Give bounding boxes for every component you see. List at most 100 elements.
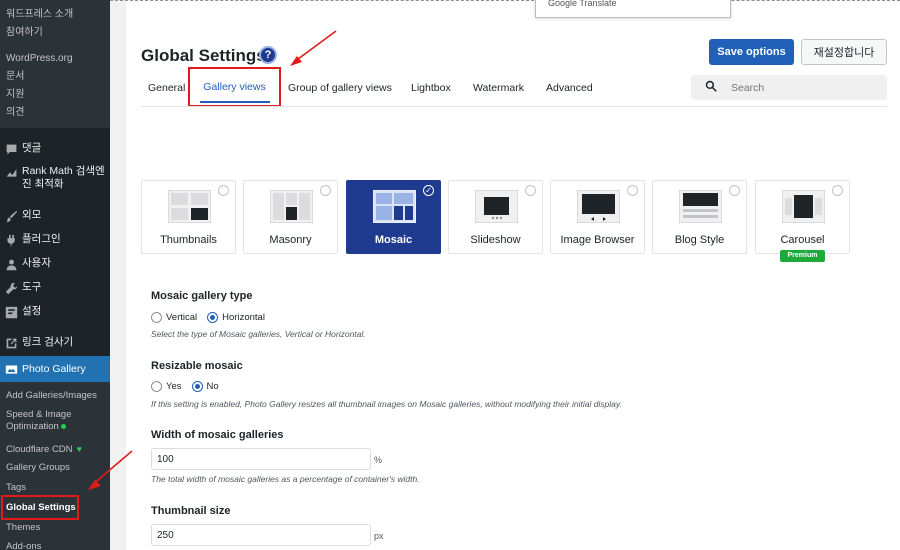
- view-card-slideshow[interactable]: Slideshow: [448, 180, 543, 254]
- search-input[interactable]: [731, 81, 871, 94]
- flyout-get-involved[interactable]: 참여하기: [0, 24, 110, 42]
- reset-button[interactable]: 재설정합니다: [801, 39, 887, 65]
- option-vertical[interactable]: Vertical: [151, 312, 197, 323]
- view-label: Thumbnails: [160, 234, 217, 246]
- width-input[interactable]: 100: [151, 448, 371, 470]
- wp-about-flyout: 워드프레스 소개 참여하기 WordPress.org 문서 지원 의견: [0, 0, 110, 128]
- sidebar-item-label: 설정: [22, 305, 42, 317]
- thumb-size-unit: px: [374, 531, 384, 541]
- tab-advanced[interactable]: Advanced: [546, 82, 593, 94]
- mosaic-type-options: Vertical Horizontal: [151, 312, 275, 323]
- save-options-button[interactable]: Save options: [709, 39, 794, 65]
- mosaic-type-title: Mosaic gallery type: [151, 290, 253, 302]
- sidebar-item-tools[interactable]: 도구: [0, 281, 110, 295]
- thumb-size-input[interactable]: 250: [151, 524, 371, 546]
- sidebar-item-appearance[interactable]: 외모: [0, 209, 110, 223]
- wrench-icon: [0, 281, 22, 295]
- submenu-cloudflare-cdn[interactable]: Cloudflare CDN ♥: [6, 443, 108, 456]
- selected-check-icon[interactable]: ✓: [423, 185, 434, 196]
- flyout-about[interactable]: 워드프레스 소개: [0, 6, 110, 24]
- submenu-add-galleries[interactable]: Add Galleries/Images: [6, 390, 108, 402]
- tab-group-gallery-views[interactable]: Group of gallery views: [288, 82, 392, 94]
- flyout-support[interactable]: 지원: [0, 86, 110, 104]
- photo-gallery-submenu: Add Galleries/Images Speed & Image Optim…: [0, 382, 110, 550]
- rank-math-icon: [0, 165, 22, 179]
- blog-style-icon: [679, 190, 722, 223]
- submenu-label: Cloudflare CDN: [6, 444, 73, 455]
- search-icon: [705, 80, 717, 95]
- active-tab-indicator: [200, 101, 270, 103]
- width-title: Width of mosaic galleries: [151, 429, 284, 441]
- comment-icon: [0, 142, 22, 156]
- top-dashed-line: [110, 0, 900, 1]
- view-card-masonry[interactable]: Masonry: [243, 180, 338, 254]
- resizable-options: Yes No: [151, 381, 229, 392]
- view-radio[interactable]: [832, 185, 843, 196]
- submenu-gallery-groups[interactable]: Gallery Groups: [6, 462, 108, 474]
- radio-yes[interactable]: [151, 381, 162, 392]
- radio-no[interactable]: [191, 381, 203, 392]
- flyout-wordpress-org[interactable]: WordPress.org: [0, 50, 110, 68]
- view-card-blog-style[interactable]: Blog Style: [652, 180, 747, 254]
- plugin-icon: [0, 233, 22, 247]
- radio-horizontal[interactable]: [207, 312, 219, 323]
- view-label: Slideshow: [470, 234, 521, 246]
- google-translate-popup[interactable]: Google Translate: [535, 0, 731, 18]
- page-title: Global Settings: [141, 46, 266, 65]
- option-label: No: [206, 381, 219, 392]
- flyout-feedback[interactable]: 의견: [0, 104, 110, 122]
- tab-general[interactable]: General: [148, 82, 185, 94]
- sidebar-item-label: Photo Gallery: [22, 363, 86, 375]
- radio-vertical[interactable]: [151, 312, 162, 323]
- help-icon[interactable]: ?: [259, 46, 277, 64]
- sidebar-item-label: 링크 검사기: [22, 336, 74, 348]
- sidebar-item-comments[interactable]: 댓글: [0, 142, 110, 156]
- option-yes[interactable]: Yes: [151, 381, 182, 392]
- user-icon: [0, 257, 22, 271]
- sidebar-item-label: 플러그인: [22, 233, 61, 245]
- premium-badge: Premium: [780, 250, 825, 262]
- view-card-thumbnails[interactable]: Thumbnails: [141, 180, 236, 254]
- sidebar-item-users[interactable]: 사용자: [0, 257, 110, 271]
- submenu-speed-optimization[interactable]: Speed & Image Optimization: [6, 409, 108, 433]
- slideshow-icon: [475, 190, 518, 223]
- thumb-size-title: Thumbnail size: [151, 505, 231, 517]
- photo-gallery-icon: [0, 363, 22, 376]
- view-radio[interactable]: [627, 185, 638, 196]
- option-label: Vertical: [166, 312, 198, 323]
- view-radio[interactable]: [525, 185, 536, 196]
- sidebar-item-label: 도구: [22, 281, 42, 293]
- sidebar-item-photo-gallery[interactable]: Photo Gallery: [0, 356, 110, 382]
- search-box[interactable]: [691, 75, 887, 100]
- thumbnails-icon: [168, 190, 211, 223]
- sidebar-item-link-checker[interactable]: 링크 검사기: [0, 336, 110, 350]
- submenu-tags[interactable]: Tags: [6, 482, 108, 494]
- view-card-image-browser[interactable]: Image Browser: [550, 180, 645, 254]
- tab-watermark[interactable]: Watermark: [473, 82, 524, 94]
- view-label: Carousel: [780, 234, 825, 246]
- view-radio[interactable]: [218, 185, 229, 196]
- width-desc: The total width of mosaic galleries as a…: [151, 474, 420, 484]
- mosaic-icon: [373, 190, 416, 223]
- sidebar-item-settings[interactable]: 설정: [0, 305, 110, 319]
- brush-icon: [0, 209, 22, 223]
- sidebar-item-rank-math[interactable]: Rank Math 검색엔진 최적화: [0, 165, 110, 191]
- global-settings-highlight: [1, 495, 79, 520]
- tab-lightbox[interactable]: Lightbox: [411, 82, 451, 94]
- view-label: Mosaic: [374, 234, 413, 246]
- submenu-add-ons[interactable]: Add-ons: [6, 541, 108, 550]
- view-radio[interactable]: [729, 185, 740, 196]
- sidebar-item-label: 사용자: [22, 257, 51, 269]
- view-label: Image Browser: [560, 234, 635, 246]
- flyout-docs[interactable]: 문서: [0, 68, 110, 86]
- option-horizontal[interactable]: Horizontal: [207, 312, 265, 323]
- sidebar-item-label: Rank Math 검색엔진 최적화: [22, 165, 105, 190]
- sidebar-item-plugins[interactable]: 플러그인: [0, 233, 110, 247]
- view-card-mosaic[interactable]: ✓ Mosaic: [346, 180, 441, 254]
- view-radio[interactable]: [320, 185, 331, 196]
- option-no[interactable]: No: [191, 381, 219, 392]
- settings-icon: [0, 305, 22, 319]
- view-card-carousel[interactable]: Carousel: [755, 180, 850, 254]
- submenu-themes[interactable]: Themes: [6, 522, 108, 534]
- sidebar-item-label: 댓글: [22, 142, 42, 154]
